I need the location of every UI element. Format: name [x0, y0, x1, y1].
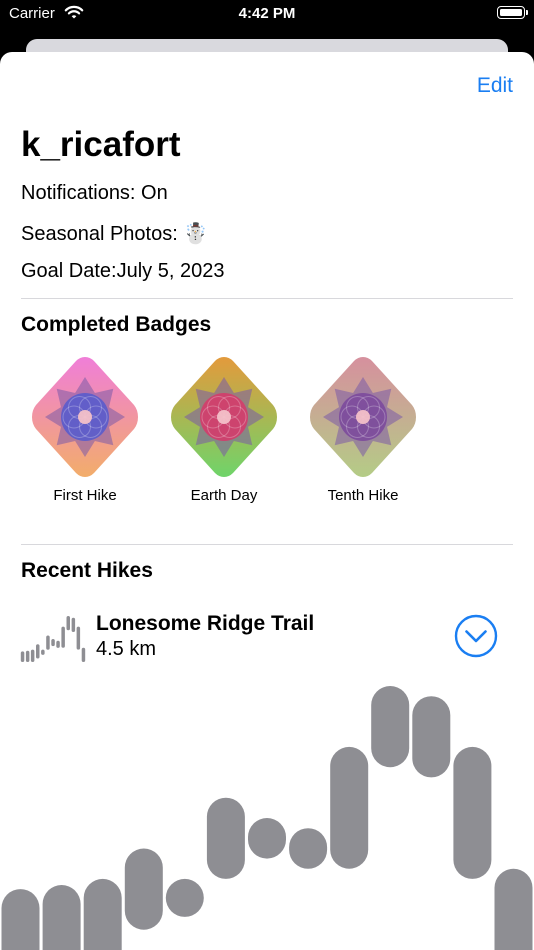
- badge-first-hike: [32, 357, 138, 477]
- elevation-bar: [41, 649, 45, 655]
- badge-tenth-hike: [310, 357, 416, 477]
- badge-item: First Hike: [20, 355, 150, 504]
- elevation-bar: [1, 889, 40, 950]
- elevation-bar: [25, 650, 30, 662]
- hike-distance: 4.5 km: [96, 638, 157, 660]
- clock: 4:42 PM: [238, 5, 296, 22]
- elevation-bar: [248, 818, 286, 859]
- badge-item: Earth Day: [159, 355, 289, 504]
- elevation-bar: [412, 696, 451, 778]
- username: k_ricafort: [21, 125, 181, 164]
- elevation-bar: [51, 639, 55, 647]
- hike-mini-graph: [20, 616, 86, 662]
- edit-button[interactable]: Edit: [477, 74, 513, 98]
- goal-date: Goal Date:July 5, 2023: [21, 260, 225, 282]
- elevation-bar: [83, 878, 122, 950]
- badge-earth-day: [171, 357, 277, 477]
- badge-label: Earth Day: [190, 487, 258, 504]
- elevation-bar: [330, 746, 369, 869]
- battery-icon: [497, 6, 528, 19]
- elevation-bar: [46, 635, 50, 650]
- elevation-bar: [206, 797, 245, 879]
- elevation-bar: [61, 626, 65, 648]
- completed-badges-title: Completed Badges: [21, 313, 212, 336]
- elevation-bar: [494, 868, 533, 950]
- badge-label: First Hike: [53, 487, 117, 504]
- recent-hikes-title: Recent Hikes: [21, 559, 153, 582]
- hike-name: Lonesome Ridge Trail: [96, 612, 315, 635]
- hike-elevation-graph: [1, 686, 533, 950]
- elevation-bar: [30, 649, 35, 662]
- elevation-bar: [289, 828, 328, 869]
- elevation-bar: [371, 686, 410, 768]
- badge-item: Tenth Hike: [298, 355, 428, 504]
- elevation-bar: [42, 885, 81, 950]
- elevation-bar: [124, 848, 163, 930]
- seasonal-photos-setting: Seasonal Photos: ☃️: [21, 223, 209, 245]
- divider: [21, 544, 513, 545]
- divider: [21, 298, 513, 299]
- elevation-bar: [81, 647, 86, 662]
- profile-sheet: Edit k_ricafort Notifications: On Season…: [0, 52, 534, 950]
- notifications-setting: Notifications: On: [21, 182, 168, 204]
- elevation-bar: [20, 651, 25, 662]
- elevation-bar: [76, 626, 81, 650]
- elevation-bar: [453, 746, 492, 879]
- elevation-bar: [56, 640, 60, 648]
- elevation-bar: [36, 644, 40, 659]
- elevation-bar: [71, 617, 76, 632]
- elevation-bar: [165, 878, 204, 917]
- elevation-bar: [66, 616, 70, 631]
- hike-row: Lonesome Ridge Trail 4.5 km: [0, 600, 534, 670]
- badge-label: Tenth Hike: [327, 487, 399, 504]
- status-bar: Carrier 4:42 PM: [0, 0, 534, 30]
- chevron-down-circle-icon[interactable]: [454, 614, 498, 658]
